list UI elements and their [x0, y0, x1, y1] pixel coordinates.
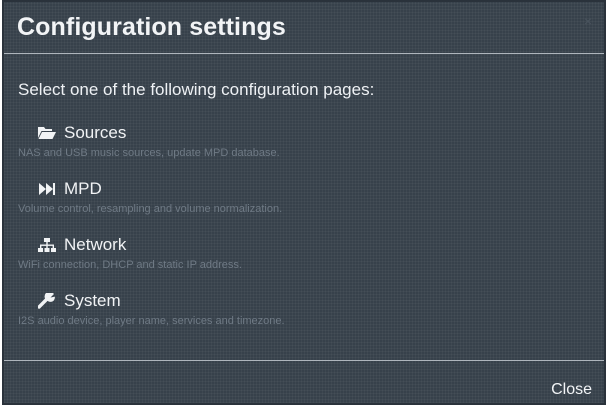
page-item-network[interactable]: Network WiFi connection, DHCP and static… — [18, 232, 285, 288]
page-item-description: NAS and USB music sources, update MPD da… — [18, 147, 280, 159]
page-item-label[interactable]: Sources — [64, 123, 126, 143]
page-item-label[interactable]: MPD — [64, 179, 102, 199]
modal-footer: Close — [4, 360, 604, 403]
page-item-title[interactable]: Sources — [18, 120, 285, 146]
page-item-description: I2S audio device, player name, services … — [18, 315, 285, 327]
folder-open-icon — [38, 123, 64, 143]
fast-forward-icon — [38, 179, 64, 199]
modal-header: Configuration settings × — [4, 2, 604, 54]
modal-title: Configuration settings — [17, 13, 286, 41]
page-item-system[interactable]: System I2S audio device, player name, se… — [18, 288, 285, 344]
page-item-title[interactable]: System — [18, 288, 285, 314]
page-item-description: WiFi connection, DHCP and static IP addr… — [18, 259, 242, 271]
intro-text: Select one of the following configuratio… — [18, 80, 375, 99]
page-item-label[interactable]: Network — [64, 235, 126, 255]
page-item-mpd[interactable]: MPD Volume control, resampling and volum… — [18, 176, 285, 232]
page-item-title[interactable]: MPD — [18, 176, 285, 202]
sitemap-icon — [38, 235, 64, 255]
close-button[interactable]: Close — [551, 381, 592, 399]
configuration-settings-modal: Configuration settings × Select one of t… — [2, 0, 606, 405]
close-icon[interactable]: × — [584, 14, 592, 28]
wrench-icon — [38, 291, 64, 311]
page-item-sources[interactable]: Sources NAS and USB music sources, updat… — [18, 120, 285, 176]
page-item-description: Volume control, resampling and volume no… — [18, 203, 283, 215]
page-item-label[interactable]: System — [64, 291, 121, 311]
configuration-page-list: Sources NAS and USB music sources, updat… — [18, 120, 285, 344]
page-item-title[interactable]: Network — [18, 232, 285, 258]
